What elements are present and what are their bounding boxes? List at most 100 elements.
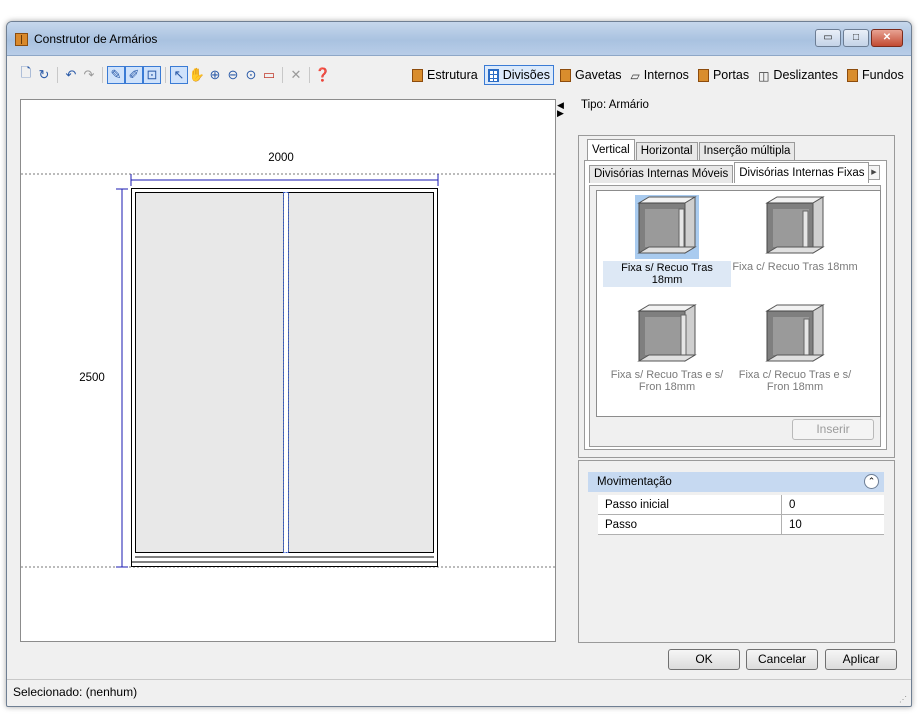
- zoom-fit-icon[interactable]: ⊙: [242, 66, 260, 84]
- toolbar: 🗋 ↻ ↶ ↷ ✎ ✐ ⊡ ↖ ✋ ⊕ ⊖ ⊙ ▭ ✕ ❓ Estrutura …: [7, 57, 911, 91]
- divisoes-button[interactable]: Divisões: [483, 65, 554, 85]
- hand-pan-icon[interactable]: ✋: [188, 66, 206, 84]
- subtab-moveis[interactable]: Divisórias Internas Móveis: [589, 165, 734, 183]
- tipo-label: Tipo: Armário: [581, 99, 649, 111]
- tab-insercao-multipla[interactable]: Inserção múltipla: [698, 142, 796, 160]
- right-compartment[interactable]: [288, 192, 434, 553]
- cabinet-thumb-icon: [637, 196, 697, 254]
- gavetas-icon: [559, 68, 571, 82]
- fundos-button[interactable]: Fundos: [844, 65, 907, 85]
- estrutura-button[interactable]: Estrutura: [409, 65, 481, 85]
- list-item[interactable]: Fixa c/ Recuo Tras e s/ Fron 18mm: [731, 303, 859, 393]
- status-bar: Selecionado: (nenhum) ⋰: [7, 679, 911, 706]
- width-dimension-label: 2000: [268, 152, 294, 164]
- toolbar-separator: [102, 67, 103, 83]
- scroll-right-icon[interactable]: ▶: [868, 165, 880, 180]
- fundos-label: Fundos: [862, 68, 904, 82]
- pencil-erase-icon[interactable]: ✐: [125, 66, 143, 84]
- subtab-fixas[interactable]: Divisórias Internas Fixas: [734, 162, 870, 183]
- list-item[interactable]: Fixa c/ Recuo Tras 18mm: [731, 195, 859, 273]
- toolbar-separator: [57, 67, 58, 83]
- internos-button[interactable]: ▱ Internos: [628, 65, 692, 85]
- drawing-canvas[interactable]: 2000 2500: [20, 99, 557, 642]
- ok-button[interactable]: OK: [668, 649, 740, 670]
- property-row[interactable]: Passo 10: [598, 515, 884, 535]
- undo-icon[interactable]: ↶: [62, 66, 80, 84]
- toolbar-separator: [309, 67, 310, 83]
- portas-button[interactable]: Portas: [695, 65, 752, 85]
- minimize-button[interactable]: ▭: [815, 29, 841, 47]
- estrutura-label: Estrutura: [427, 68, 478, 82]
- tab-strip: Vertical Horizontal Inserção múltipla: [587, 139, 796, 160]
- panel-toggle-arrows[interactable]: ◀ ▶: [557, 101, 564, 118]
- close-button[interactable]: ✕: [871, 29, 903, 47]
- tab-vertical[interactable]: Vertical: [587, 139, 635, 160]
- gavetas-label: Gavetas: [574, 68, 622, 82]
- new-icon[interactable]: 🗋: [17, 65, 35, 84]
- portas-label: Portas: [712, 68, 750, 82]
- deslizantes-button[interactable]: ◫ Deslizantes: [755, 65, 841, 85]
- property-divider: [781, 495, 782, 515]
- delete-icon[interactable]: ✕: [287, 66, 305, 84]
- status-text: Selecionado: (nenhum): [13, 685, 138, 699]
- collapse-icon[interactable]: ⌃: [864, 474, 879, 489]
- cabinet-thumb-icon: [765, 196, 825, 254]
- divisoes-label: Divisões: [502, 68, 550, 82]
- item-label: Fixa c/ Recuo Tras e s/ Fron 18mm: [738, 369, 852, 393]
- fixed-division-thumbnail: [635, 195, 699, 259]
- pencil-select-icon[interactable]: ✎: [107, 66, 125, 84]
- gavetas-button[interactable]: Gavetas: [557, 65, 625, 85]
- vertical-divider[interactable]: [283, 192, 289, 553]
- list-item[interactable]: Fixa s/ Recuo Tras e s/ Fron 18mm: [603, 303, 731, 393]
- subtab-content: Fixa s/ Recuo Tras 18mm Fixa c/ Recuo Tr…: [589, 185, 881, 447]
- fixed-division-thumbnail: [635, 303, 699, 367]
- property-divider: [781, 515, 782, 535]
- cabinet-thumb-icon: [765, 304, 825, 362]
- toolbar-separator: [282, 67, 283, 83]
- item-label: Fixa s/ Recuo Tras 18mm: [603, 261, 731, 287]
- cabinet-thumb-icon: [637, 304, 697, 362]
- fixed-division-thumbnail: [763, 195, 827, 259]
- property-key: Passo inicial: [605, 499, 669, 511]
- item-label: Fixa s/ Recuo Tras e s/ Fron 18mm: [610, 369, 724, 393]
- title-bar: Construtor de Armários ▭ □ ✕: [7, 22, 911, 56]
- left-compartment[interactable]: [135, 192, 284, 553]
- deslizantes-label: Deslizantes: [773, 68, 839, 82]
- divisoes-icon: [487, 68, 499, 82]
- property-group-header[interactable]: Movimentação ⌃: [588, 472, 884, 492]
- inserir-button[interactable]: Inserir: [792, 419, 874, 440]
- division-types-panel: Vertical Horizontal Inserção múltipla Di…: [578, 135, 895, 458]
- pointer-icon[interactable]: ↖: [170, 66, 188, 84]
- property-row[interactable]: Passo inicial 0: [598, 495, 884, 515]
- tab-horizontal[interactable]: Horizontal: [635, 142, 698, 160]
- zoom-window-icon[interactable]: ▭: [260, 66, 278, 84]
- toolbar-separator: [165, 67, 166, 83]
- cabinet-drawing: 2000 2500: [21, 152, 557, 568]
- tab-content: Divisórias Internas Móveis Divisórias In…: [584, 160, 887, 450]
- zoom-out-icon[interactable]: ⊖: [224, 66, 242, 84]
- resize-grip-icon[interactable]: ⋰: [899, 695, 907, 704]
- measure-icon[interactable]: ⊡: [143, 66, 161, 84]
- estrutura-icon: [412, 68, 423, 82]
- internos-label: Internos: [643, 68, 689, 82]
- property-value[interactable]: 0: [789, 495, 795, 515]
- cancel-button[interactable]: Cancelar: [746, 649, 818, 670]
- zoom-in-icon[interactable]: ⊕: [206, 66, 224, 84]
- portas-icon: [697, 68, 709, 82]
- property-value[interactable]: 10: [789, 515, 802, 535]
- window-controls: ▭ □ ✕: [815, 29, 903, 47]
- list-item[interactable]: Fixa s/ Recuo Tras 18mm: [603, 195, 731, 287]
- deslizantes-icon: ◫: [758, 68, 770, 83]
- item-label: Fixa c/ Recuo Tras 18mm: [732, 261, 858, 273]
- app-icon: [15, 33, 28, 46]
- refresh-icon[interactable]: ↻: [35, 66, 53, 84]
- height-dimension-label: 2500: [79, 372, 105, 384]
- main-window: Construtor de Armários ▭ □ ✕ 🗋 ↻ ↶ ↷ ✎ ✐…: [6, 21, 912, 707]
- properties-panel: Movimentação ⌃ Passo inicial 0 Passo 10: [578, 460, 895, 643]
- redo-icon[interactable]: ↷: [80, 66, 98, 84]
- apply-button[interactable]: Aplicar: [825, 649, 897, 670]
- maximize-button[interactable]: □: [843, 29, 869, 47]
- toolbar-icons: 🗋 ↻ ↶ ↷ ✎ ✐ ⊡ ↖ ✋ ⊕ ⊖ ⊙ ▭ ✕ ❓: [17, 65, 332, 85]
- subtab-strip: Divisórias Internas Móveis Divisórias In…: [589, 162, 870, 183]
- help-icon[interactable]: ❓: [314, 66, 332, 84]
